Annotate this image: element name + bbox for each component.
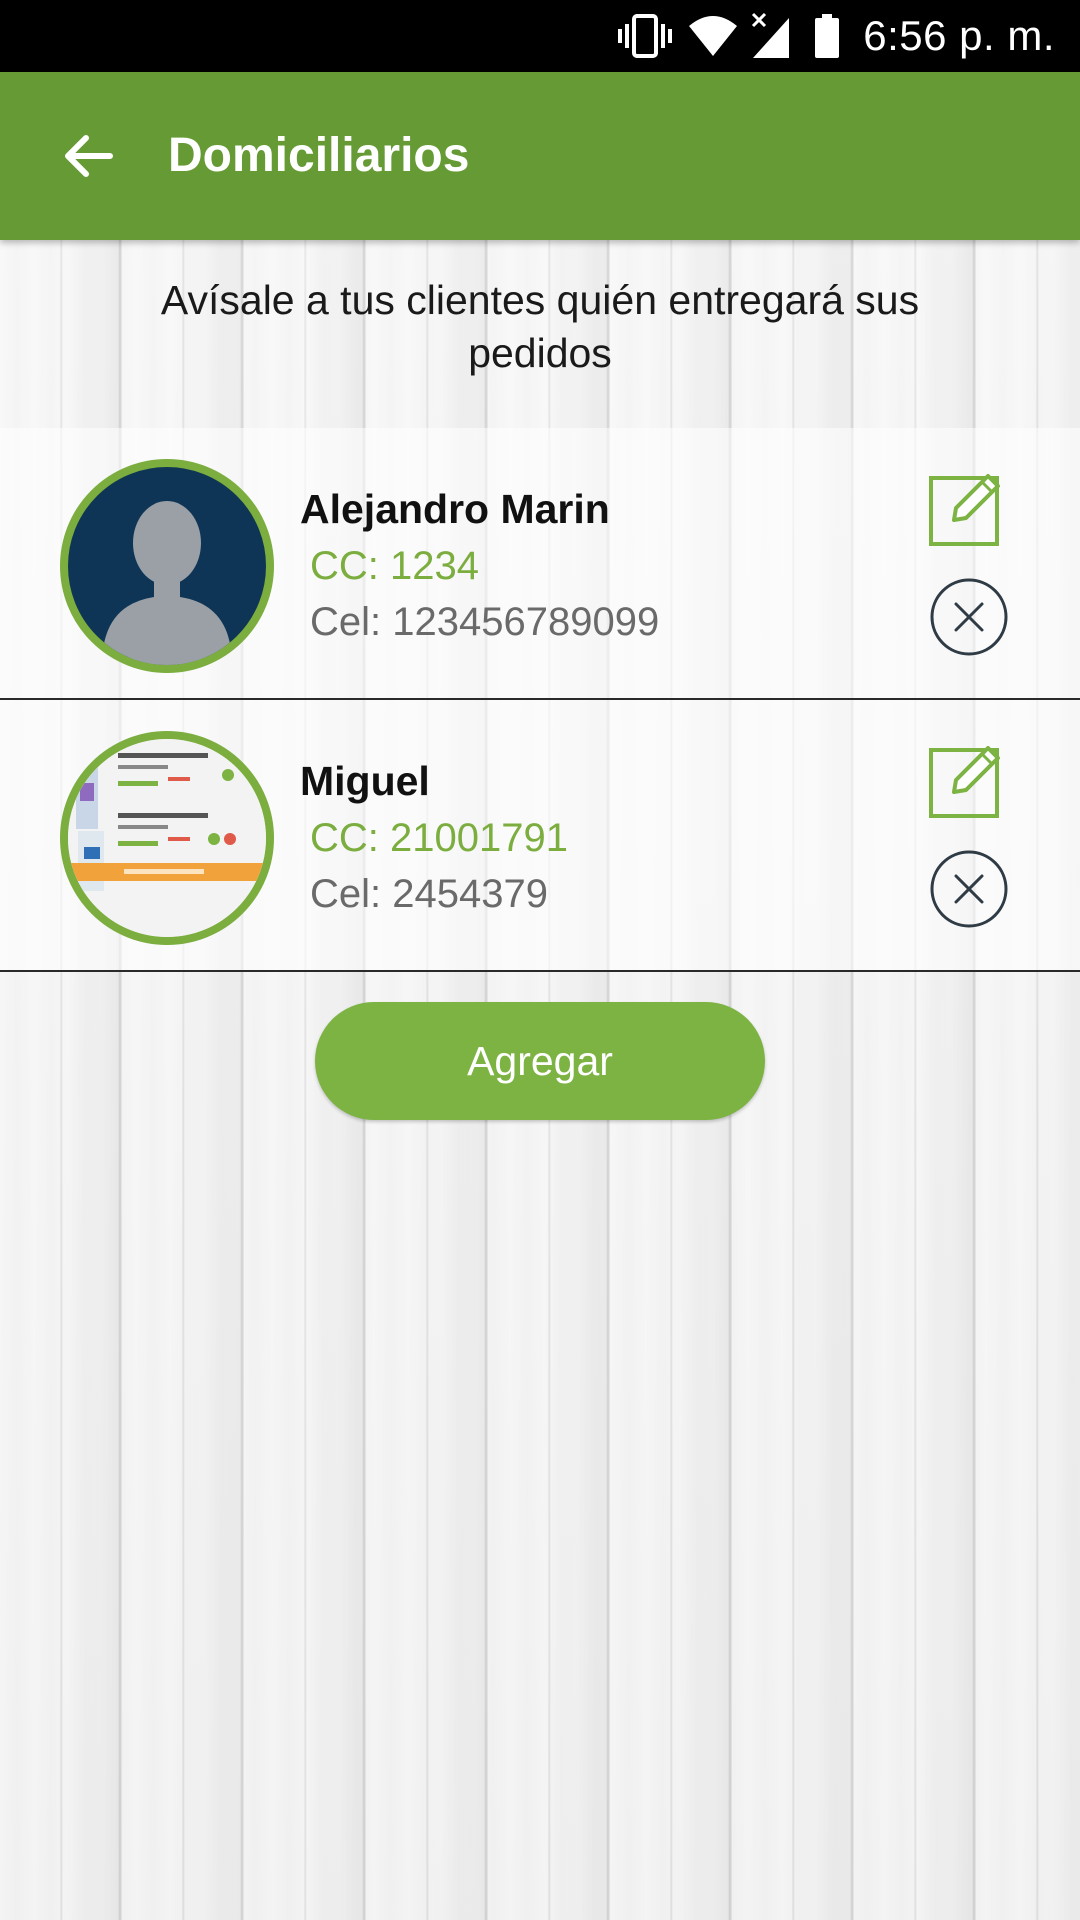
avatar <box>60 731 274 945</box>
app-bar: Domiciliarios <box>0 72 1080 240</box>
arrow-back-icon <box>65 135 113 177</box>
courier-name: Miguel <box>300 758 430 804</box>
avatar <box>60 459 274 673</box>
signal-no-service-icon <box>749 12 793 60</box>
edit-icon <box>929 474 1000 546</box>
product-photo-thumbnail <box>68 739 266 937</box>
status-time: 6:56 p. m. <box>863 12 1055 59</box>
edit-button[interactable] <box>928 740 1002 820</box>
courier-phone: Cel: 123456789099 <box>310 600 660 644</box>
courier-row[interactable]: Alejandro Marin CC: 1234 Cel: 1234567890… <box>0 428 1080 700</box>
vibrate-icon <box>617 12 673 60</box>
page-title: Domiciliarios <box>168 129 470 182</box>
courier-list: Alejandro Marin CC: 1234 Cel: 1234567890… <box>0 428 1080 972</box>
delete-button[interactable] <box>928 576 1010 658</box>
edit-icon <box>929 746 1000 818</box>
close-circle-icon <box>930 578 1008 656</box>
status-icons: 6:56 p. m. <box>617 0 1055 72</box>
close-circle-icon <box>930 850 1008 928</box>
courier-name: Alejandro Marin <box>300 486 610 532</box>
back-button[interactable] <box>52 120 124 192</box>
delete-button[interactable] <box>928 848 1010 930</box>
courier-phone: Cel: 2454379 <box>310 872 548 916</box>
battery-icon <box>813 12 841 60</box>
edit-button[interactable] <box>928 468 1002 548</box>
status-bar: 6:56 p. m. <box>0 0 1080 72</box>
courier-row[interactable]: Miguel CC: 21001791 Cel: 2454379 <box>0 700 1080 972</box>
subtitle-text: Avísale a tus clientes quién entregará s… <box>160 277 920 376</box>
person-avatar-icon <box>102 501 232 665</box>
courier-cc: CC: 21001791 <box>310 816 568 860</box>
add-courier-button[interactable]: Agregar <box>315 1002 765 1120</box>
courier-cc: CC: 1234 <box>310 544 479 588</box>
wifi-icon <box>687 14 739 58</box>
